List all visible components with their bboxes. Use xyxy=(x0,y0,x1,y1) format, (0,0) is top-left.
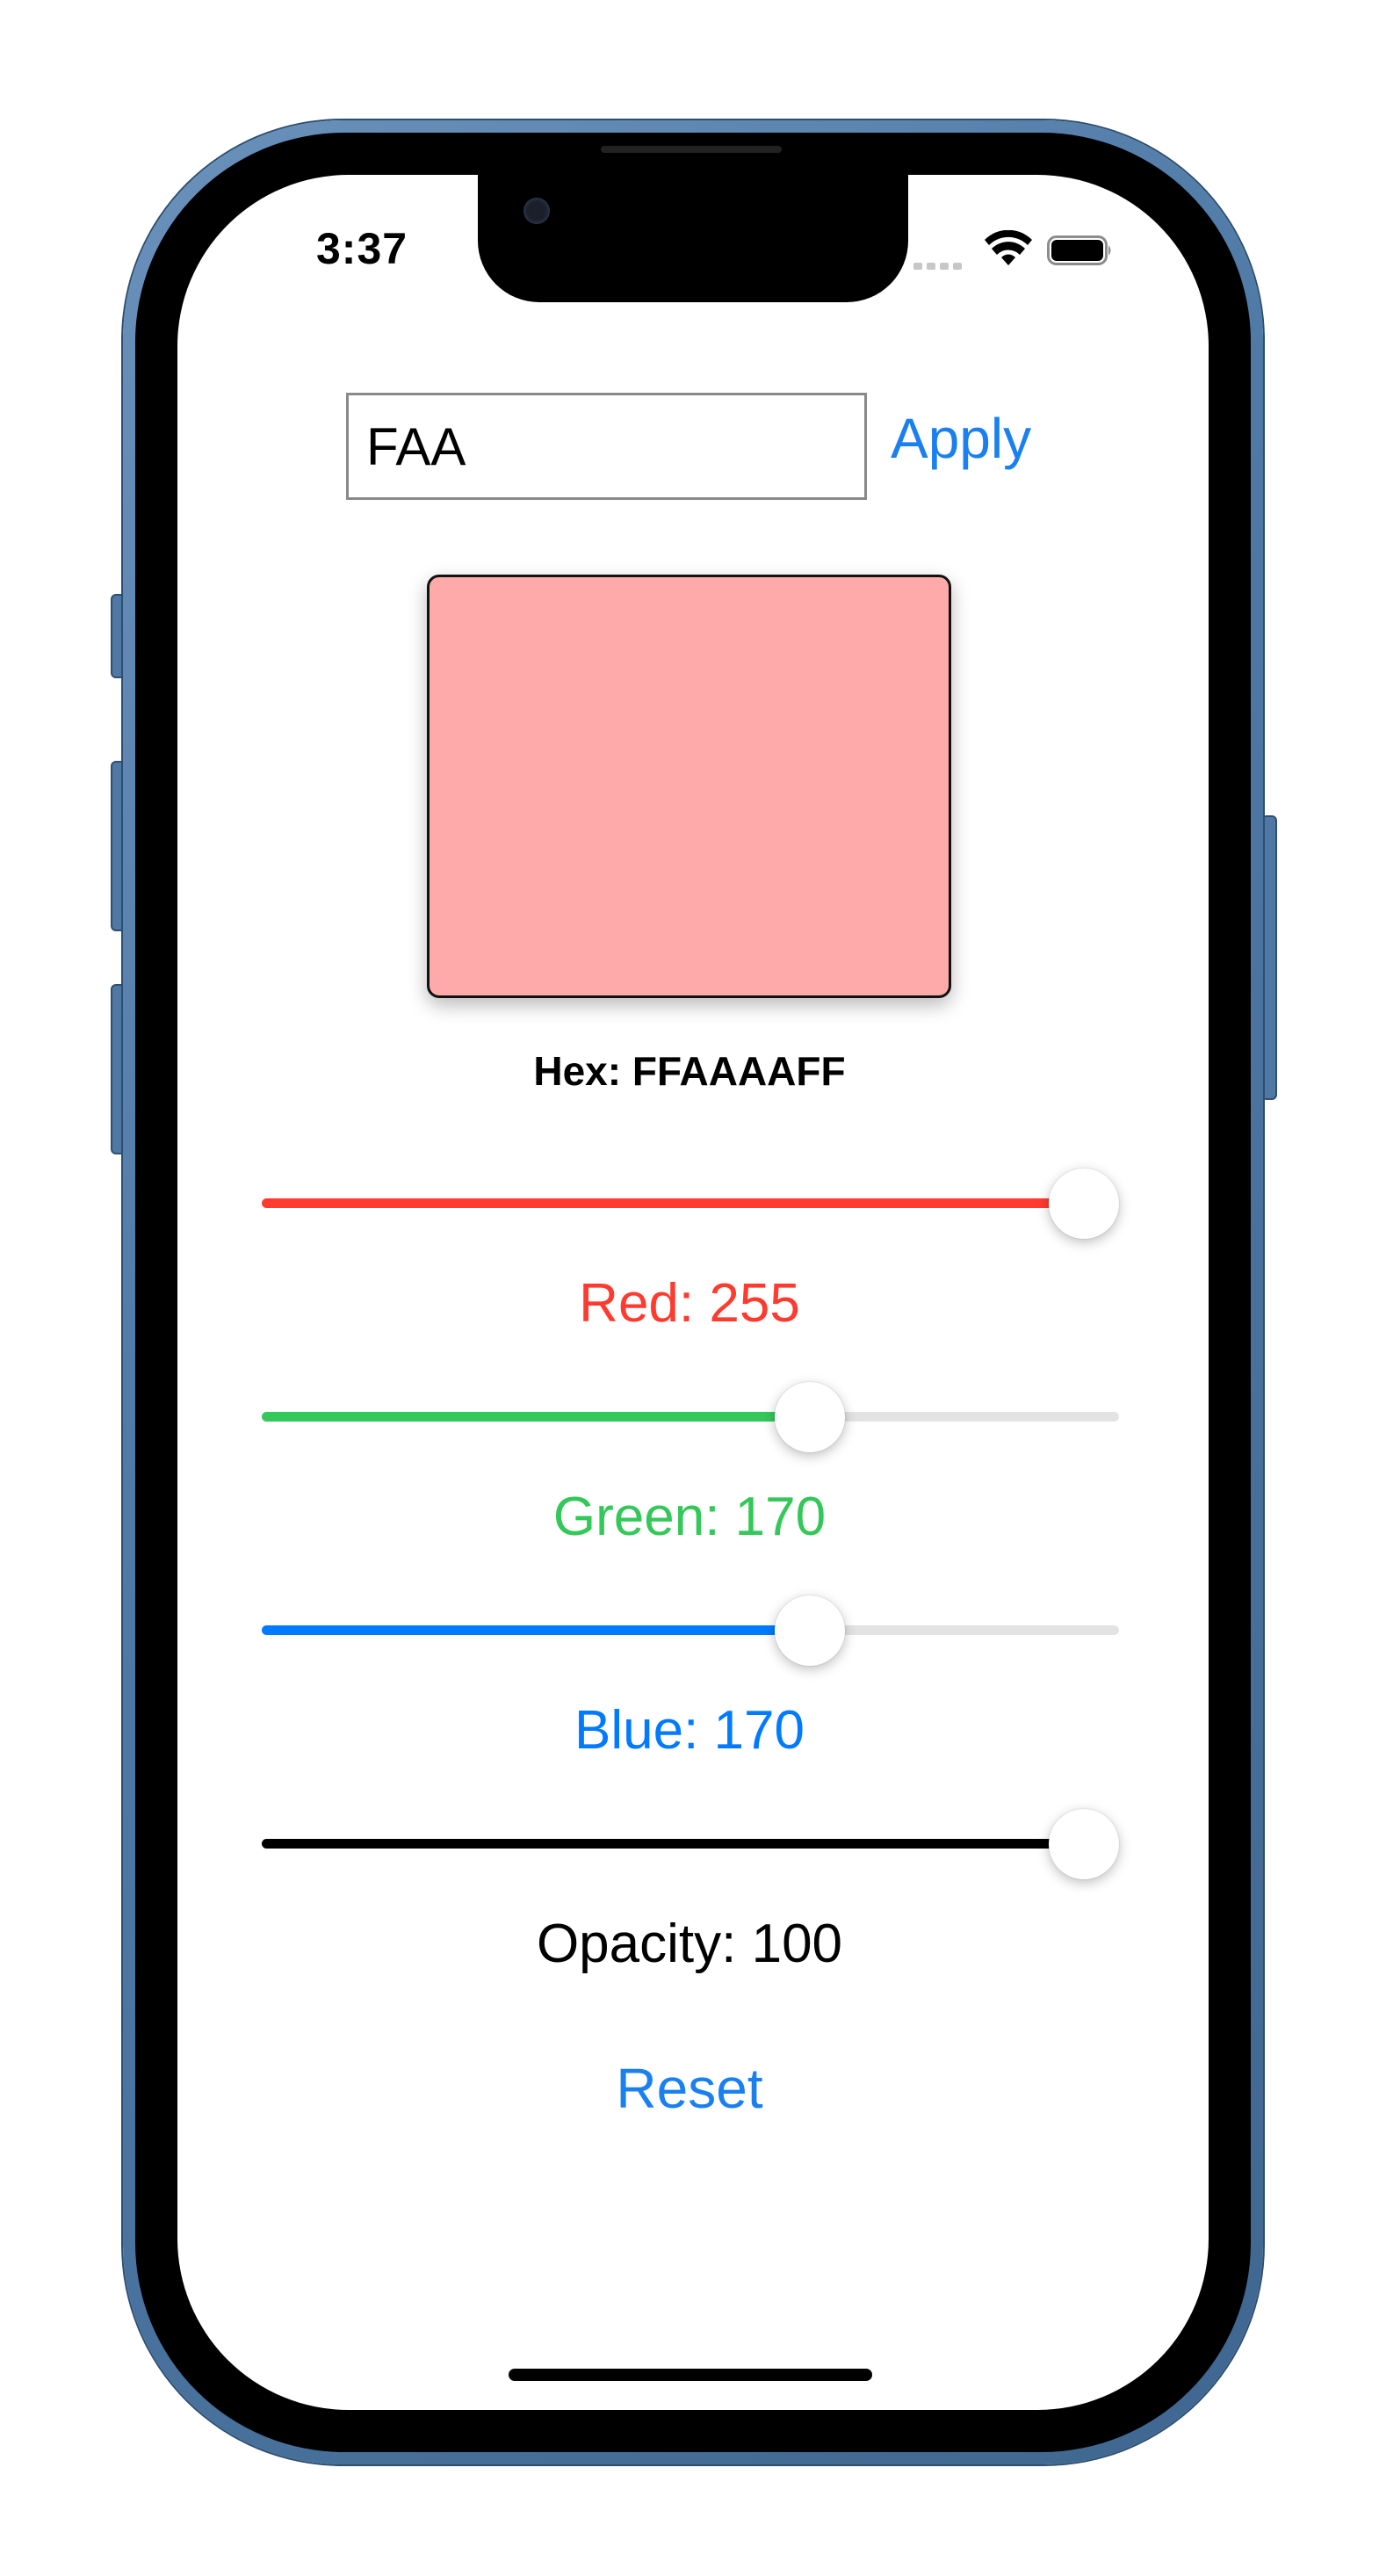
battery-icon xyxy=(1047,235,1111,265)
wifi-icon xyxy=(985,230,1032,265)
front-camera xyxy=(523,198,550,224)
cellular-signal-icon xyxy=(913,258,970,270)
slider-fill xyxy=(262,1839,1084,1849)
status-time: 3:37 xyxy=(316,224,408,273)
hex-input[interactable] xyxy=(346,393,867,500)
slider-thumb[interactable] xyxy=(775,1596,845,1666)
slider-thumb[interactable] xyxy=(1049,1169,1119,1239)
color-preview-swatch xyxy=(427,575,951,998)
slider-fill xyxy=(262,1198,1084,1208)
apply-button[interactable]: Apply xyxy=(891,406,1031,471)
home-indicator[interactable] xyxy=(509,2369,872,2381)
red-value-label: Red: 255 xyxy=(579,1273,800,1334)
slider-thumb[interactable] xyxy=(1049,1809,1119,1879)
slider-fill xyxy=(262,1625,810,1635)
slider-thumb[interactable] xyxy=(775,1382,845,1452)
green-value-label: Green: 170 xyxy=(552,1487,827,1547)
red-slider[interactable] xyxy=(262,1164,1119,1243)
speaker-grille xyxy=(601,146,782,153)
opacity-value-label: Opacity: 100 xyxy=(536,1914,843,1974)
blue-slider[interactable] xyxy=(262,1591,1119,1670)
opacity-slider[interactable] xyxy=(262,1805,1119,1884)
reset-button[interactable]: Reset xyxy=(0,2056,1379,2121)
notch xyxy=(478,175,908,302)
status-icons xyxy=(913,230,1124,274)
stage: 3:37 Apply Hex: FFAAAAFF Red: 255 Green:… xyxy=(0,0,1379,2576)
slider-fill xyxy=(262,1412,810,1422)
blue-value-label: Blue: 170 xyxy=(574,1700,805,1761)
green-slider[interactable] xyxy=(262,1378,1119,1457)
hex-readout: Hex: FFAAAAFF xyxy=(533,1048,846,1094)
